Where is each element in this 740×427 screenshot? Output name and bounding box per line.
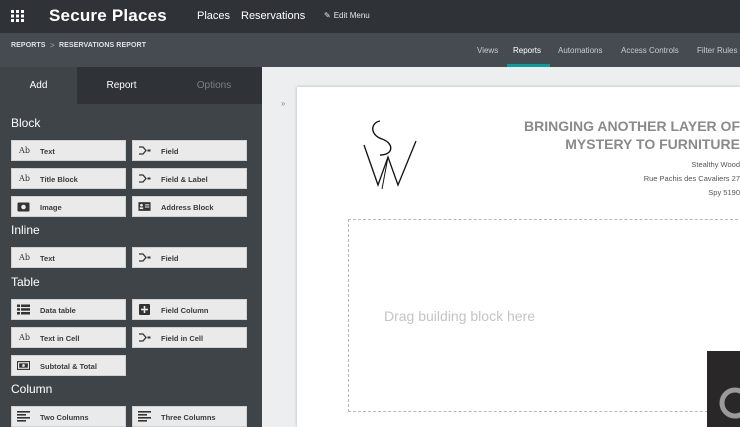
table-text-in-cell[interactable]: Ab Text in Cell bbox=[11, 327, 126, 348]
field-icon bbox=[139, 146, 151, 155]
section-title-block: Block bbox=[11, 116, 41, 130]
text-ab-icon: Ab bbox=[19, 146, 30, 155]
block-label: Data table bbox=[40, 306, 76, 315]
inline-field[interactable]: Field bbox=[132, 247, 247, 268]
money-icon bbox=[17, 361, 30, 370]
block-label: Field bbox=[161, 147, 179, 156]
plus-square-icon bbox=[139, 304, 150, 315]
block-label: Text in Cell bbox=[40, 334, 80, 343]
table-field-column[interactable]: Field Column bbox=[132, 299, 247, 320]
block-image[interactable]: Image bbox=[11, 196, 126, 217]
block-label: Field bbox=[161, 254, 179, 263]
column-two-columns[interactable]: Two Columns bbox=[11, 406, 126, 427]
control-panel: REPORTS > RESERVATIONS REPORT Views Repo… bbox=[0, 33, 740, 67]
block-label: Three Columns bbox=[161, 413, 216, 422]
address-city: Spy 5190 bbox=[708, 188, 740, 197]
apps-grid-icon[interactable] bbox=[11, 10, 24, 22]
edit-menu-label: Edit Menu bbox=[333, 11, 370, 20]
address-street: Rue Pachis des Cavaliers 27 bbox=[643, 174, 740, 183]
drop-zone-hint: Drag building block here bbox=[384, 308, 535, 324]
tab-automations[interactable]: Automations bbox=[558, 46, 602, 55]
table-data-table[interactable]: Data table bbox=[11, 299, 126, 320]
collapse-chevron-icon[interactable]: » bbox=[281, 99, 285, 108]
table-field-in-cell[interactable]: Field in Cell bbox=[132, 327, 247, 348]
block-label: Address Block bbox=[161, 203, 214, 212]
app-title: Secure Places bbox=[49, 6, 167, 25]
text-ab-icon: Ab bbox=[19, 253, 30, 262]
sidebar-tab-add[interactable]: Add bbox=[0, 67, 77, 104]
company-tagline-line1: BRINGING ANOTHER LAYER OF bbox=[524, 118, 740, 134]
camera-icon bbox=[17, 202, 30, 212]
field-icon bbox=[139, 174, 151, 183]
address-card-icon bbox=[138, 202, 151, 211]
thumbnail-image bbox=[707, 351, 740, 427]
block-title-block[interactable]: Ab Title Block bbox=[11, 168, 126, 189]
block-label: Image bbox=[40, 203, 62, 212]
text-ab-icon: Ab bbox=[19, 333, 30, 342]
table-subtotal-total[interactable]: Subtotal & Total bbox=[11, 355, 126, 376]
field-icon bbox=[139, 253, 151, 262]
block-label: Text bbox=[40, 147, 55, 156]
top-navbar: Secure Places Places Reservations ✎ Edit … bbox=[0, 0, 740, 33]
section-title-table: Table bbox=[11, 275, 40, 289]
field-icon bbox=[139, 333, 151, 342]
edit-menu-link[interactable]: ✎ Edit Menu bbox=[324, 11, 370, 20]
text-ab-icon: Ab bbox=[19, 174, 30, 183]
address-name: Stealthy Wood bbox=[691, 160, 740, 169]
block-label: Text bbox=[40, 254, 55, 263]
breadcrumb-separator: > bbox=[50, 41, 55, 50]
section-title-column: Column bbox=[11, 382, 53, 396]
block-label: Two Columns bbox=[40, 413, 89, 422]
block-label: Field & Label bbox=[161, 175, 208, 184]
pencil-icon: ✎ bbox=[324, 11, 331, 20]
tab-reports[interactable]: Reports bbox=[513, 46, 541, 55]
block-label: Title Block bbox=[40, 175, 78, 184]
block-label: Field in Cell bbox=[161, 334, 204, 343]
nav-places[interactable]: Places bbox=[197, 10, 230, 22]
block-label: Subtotal & Total bbox=[40, 362, 97, 371]
block-address-block[interactable]: Address Block bbox=[132, 196, 247, 217]
inline-text[interactable]: Ab Text bbox=[11, 247, 126, 268]
block-text[interactable]: Ab Text bbox=[11, 140, 126, 161]
block-label: Field Column bbox=[161, 306, 209, 315]
column-three-columns[interactable]: Three Columns bbox=[132, 406, 247, 427]
block-field[interactable]: Field bbox=[132, 140, 247, 161]
tab-access-controls[interactable]: Access Controls bbox=[621, 46, 679, 55]
align-left-icon bbox=[138, 411, 151, 422]
sidebar-tab-report[interactable]: Report bbox=[77, 67, 166, 104]
company-logo bbox=[363, 120, 417, 190]
breadcrumb-current: RESERVATIONS REPORT bbox=[59, 42, 147, 49]
nav-reservations[interactable]: Reservations bbox=[241, 10, 305, 22]
gear-image-icon bbox=[719, 387, 740, 419]
section-title-inline: Inline bbox=[11, 223, 40, 237]
sidebar-tab-options[interactable]: Options bbox=[166, 67, 262, 104]
tab-views[interactable]: Views bbox=[477, 46, 498, 55]
align-left-icon bbox=[17, 411, 30, 422]
table-list-icon bbox=[17, 304, 30, 315]
block-field-and-label[interactable]: Field & Label bbox=[132, 168, 247, 189]
breadcrumb-reports[interactable]: REPORTS bbox=[11, 42, 46, 49]
tab-filter-rules[interactable]: Filter Rules bbox=[697, 46, 737, 55]
company-tagline-line2: MYSTERY TO FURNITURE bbox=[565, 136, 740, 152]
sidebar-tabs: Add Report Options bbox=[0, 67, 262, 104]
